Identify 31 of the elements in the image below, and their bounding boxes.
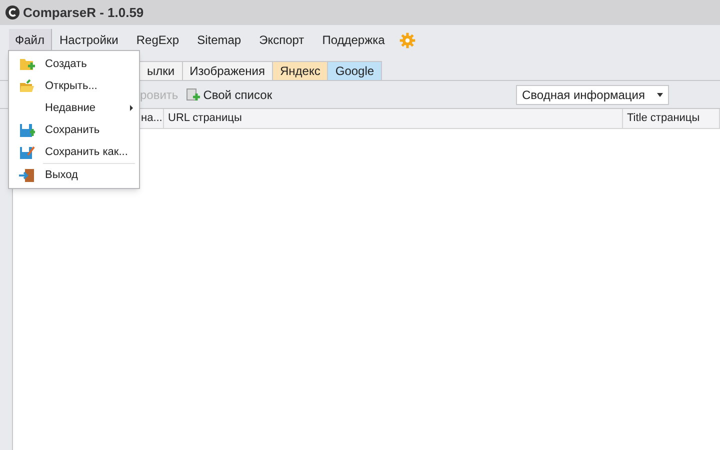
menu-item[interactable]: RegExp — [132, 29, 184, 51]
tab[interactable]: Яндекс — [272, 61, 328, 80]
menu-item[interactable]: Открыть... — [9, 75, 139, 97]
save-icon — [19, 122, 35, 138]
menu-item[interactable]: Выход — [9, 164, 139, 186]
toolbar-button[interactable]: Свой список — [186, 86, 272, 104]
submenu-arrow-icon — [130, 105, 133, 111]
menu-item[interactable]: Создать — [9, 53, 139, 75]
save-as-icon — [19, 144, 35, 160]
menu-item[interactable]: Настройки — [56, 29, 122, 51]
exit-door-icon — [19, 168, 35, 182]
menu-item[interactable]: Недавние — [9, 97, 139, 119]
tab[interactable]: Изображения — [182, 61, 274, 80]
tab[interactable]: ылки — [139, 61, 183, 80]
window-title: ComparseR - 1.0.59 — [23, 4, 144, 22]
tab[interactable]: Google — [327, 61, 382, 80]
view-dropdown[interactable]: Сводная информация — [516, 84, 669, 104]
add-list-icon — [186, 88, 200, 102]
menu-item[interactable]: Сохранить — [9, 119, 139, 141]
column-header[interactable]: URL страницы — [164, 109, 623, 128]
column-header[interactable]: на... — [141, 109, 164, 128]
open-folder-icon — [19, 79, 35, 93]
menu-item[interactable]: Поддержка — [318, 29, 389, 51]
menu-item[interactable]: Файл — [9, 29, 52, 51]
menu-item[interactable]: Sitemap — [193, 29, 246, 51]
app-logo-icon — [5, 5, 20, 20]
column-header[interactable]: Title страницы — [623, 109, 720, 128]
dropdown-arrow-icon — [657, 92, 663, 96]
menu-item[interactable]: Экспорт — [255, 29, 308, 51]
folder-plus-icon — [19, 57, 35, 71]
menu-item[interactable]: Сохранить как... — [9, 141, 139, 163]
